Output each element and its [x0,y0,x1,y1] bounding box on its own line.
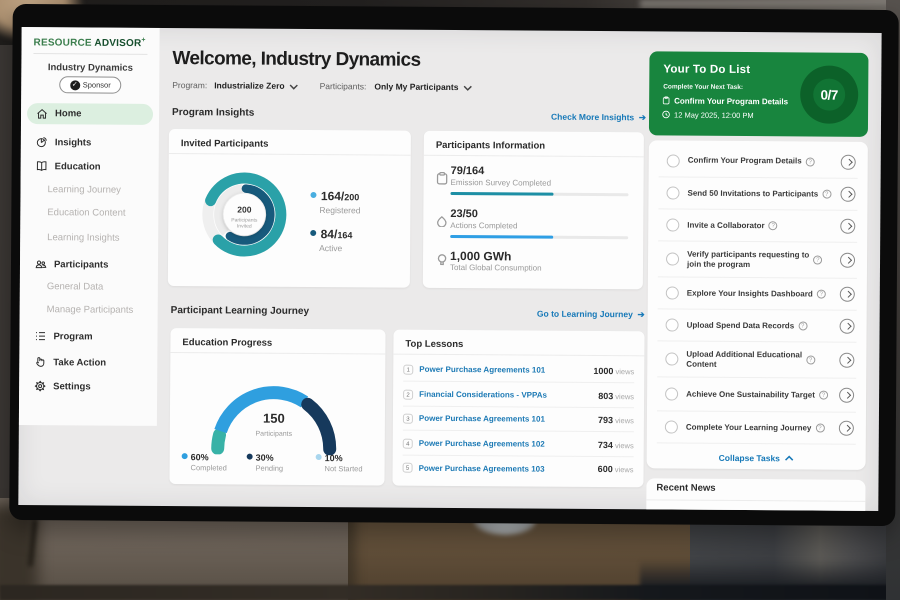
svg-text:200: 200 [237,204,252,214]
svg-text:150: 150 [263,411,285,426]
svg-text:Invited: Invited [237,223,252,229]
svg-text:Participants: Participants [256,431,293,438]
